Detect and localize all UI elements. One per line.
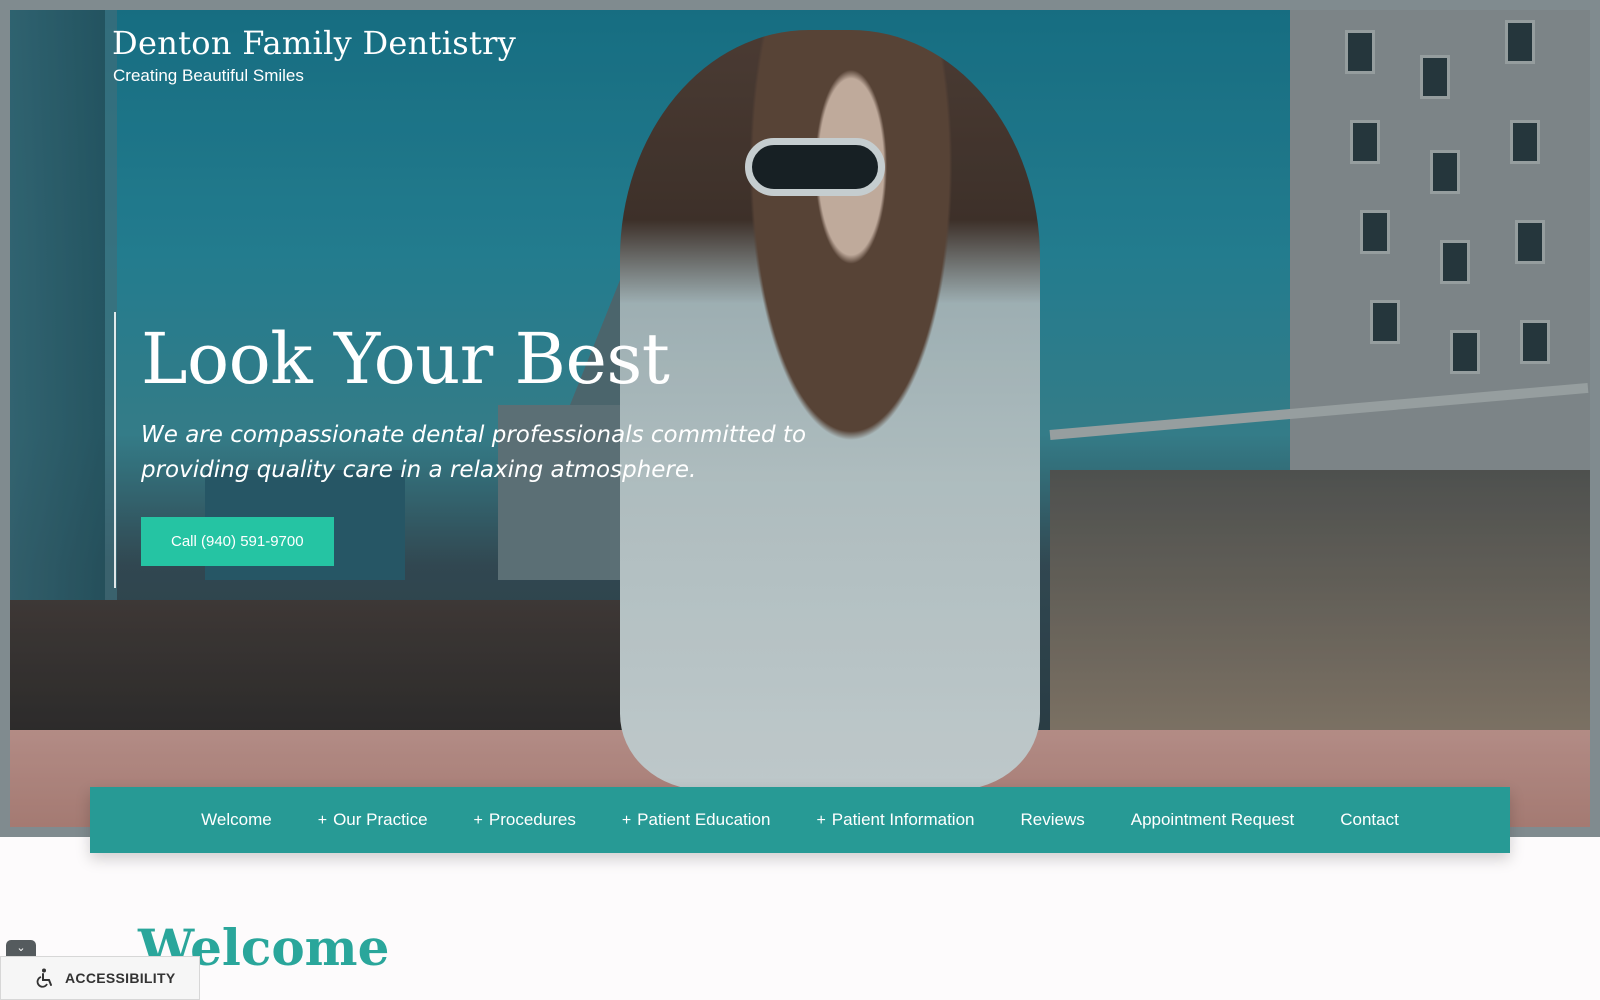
nav-item-patient-education[interactable]: + Patient Education — [599, 810, 794, 830]
site-title[interactable]: Denton Family Dentistry — [112, 24, 516, 62]
hero-copy: Look Your Best We are compassionate dent… — [114, 312, 894, 588]
plus-icon: + — [473, 812, 483, 829]
nav-item-reviews[interactable]: Reviews — [997, 810, 1107, 830]
wheelchair-icon — [35, 968, 55, 988]
chevron-down-icon: ⌄ — [16, 942, 26, 954]
accessibility-label: ACCESSIBILITY — [65, 970, 176, 986]
nav-item-label: Welcome — [201, 810, 272, 829]
site-tagline: Creating Beautiful Smiles — [113, 66, 304, 85]
call-button[interactable]: Call (940) 591-9700 — [141, 517, 334, 566]
nav-item-label: Patient Education — [637, 810, 771, 829]
nav-item-label: Contact — [1340, 810, 1399, 829]
site-brand[interactable]: Denton Family Dentistry Creating Beautif… — [112, 24, 516, 86]
plus-icon: + — [621, 812, 632, 829]
nav-item-label: Procedures — [488, 810, 576, 829]
hero-subheading: We are compassionate dental professional… — [141, 422, 807, 483]
nav-item-welcome[interactable]: Welcome — [178, 810, 295, 830]
nav-item-label: Our Practice — [333, 810, 428, 829]
hero-frame: Denton Family Dentistry Creating Beautif… — [0, 0, 1600, 837]
main-navigation: Welcome + Our Practice + Procedures + Patient … — [90, 787, 1510, 853]
accessibility-button[interactable]: ACCESSIBILITY — [0, 956, 200, 1000]
nav-item-our-practice[interactable]: + Our Practice — [295, 810, 451, 830]
nav-item-patient-information[interactable]: + Patient Information — [793, 810, 997, 830]
plus-icon: + — [317, 812, 328, 829]
nav-item-label: Patient Information — [831, 810, 975, 829]
nav-item-contact[interactable]: Contact — [1317, 810, 1422, 830]
nav-item-label: Reviews — [1020, 810, 1085, 829]
hero-heading: Look Your Best — [141, 318, 670, 400]
nav-item-appointment-request[interactable]: Appointment Request — [1108, 810, 1318, 830]
nav-item-procedures[interactable]: + Procedures — [451, 810, 599, 830]
plus-icon: + — [816, 812, 826, 829]
nav-item-label: Appointment Request — [1130, 810, 1295, 829]
